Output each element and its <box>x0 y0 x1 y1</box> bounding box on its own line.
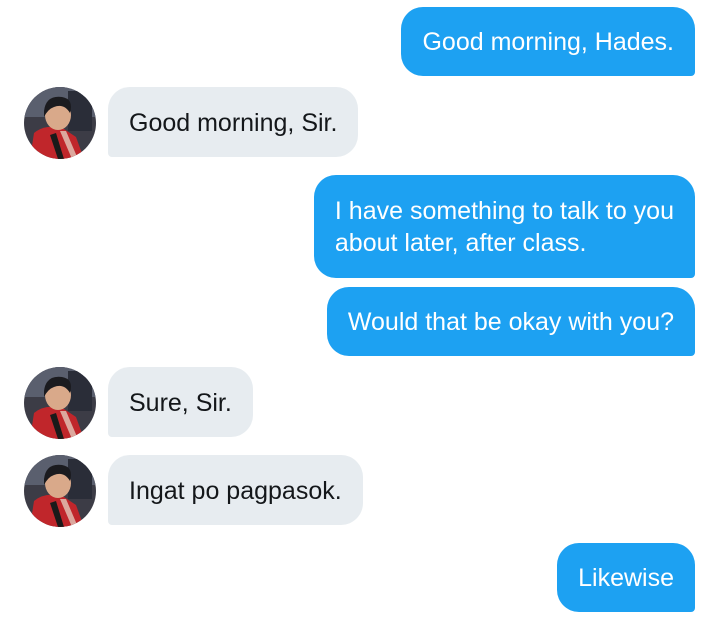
avatar[interactable] <box>24 87 96 159</box>
user-photo-icon <box>24 455 96 527</box>
received-message[interactable]: Sure, Sir. <box>108 367 253 437</box>
user-photo-icon <box>24 87 96 159</box>
received-message[interactable]: Ingat po pagpasok. <box>108 455 363 525</box>
sent-message[interactable]: Likewise <box>557 543 695 612</box>
sent-message[interactable]: Would that be okay with you? <box>326 287 695 356</box>
avatar[interactable] <box>24 367 96 439</box>
received-message[interactable]: Good morning, Sir. <box>108 87 359 157</box>
sent-message[interactable]: Good morning, Hades. <box>401 7 695 76</box>
avatar[interactable] <box>24 455 96 527</box>
sent-message[interactable]: I have something to talk to you about la… <box>313 175 695 278</box>
dm-conversation: { "conversation": { "messages": [ {"dire… <box>0 0 720 623</box>
user-photo-icon <box>24 367 96 439</box>
